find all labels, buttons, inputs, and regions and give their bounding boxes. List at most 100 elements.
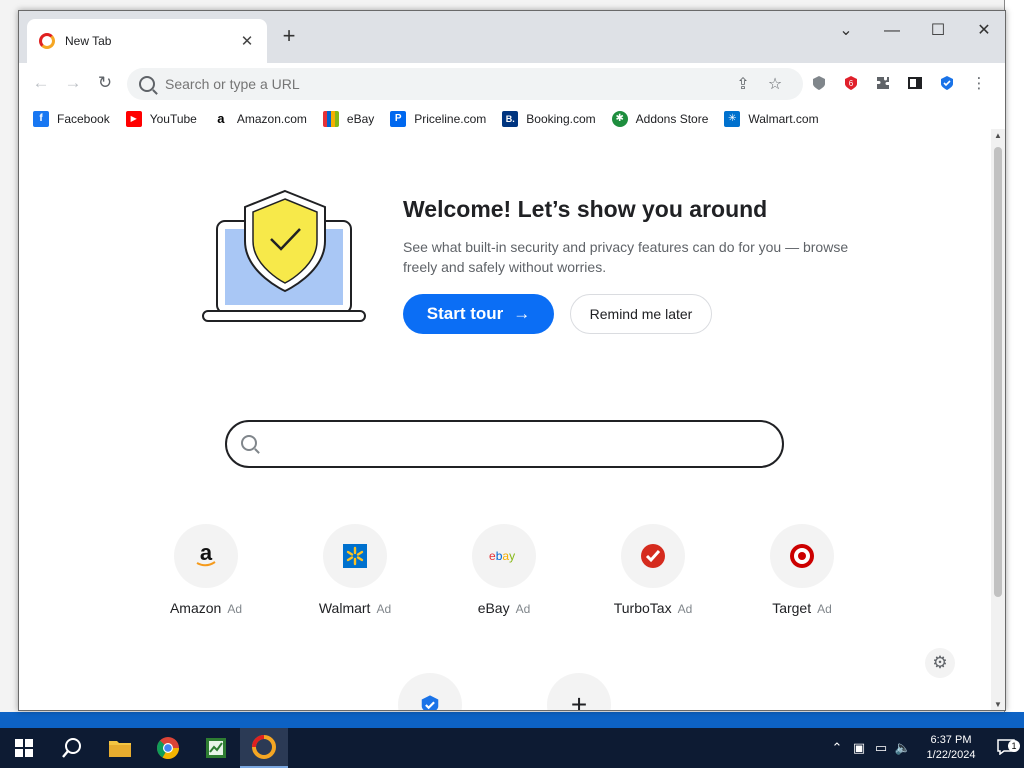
tile-label: TurboTax [613,600,672,616]
tab-search-chevron-icon[interactable]: ⌄ [823,17,869,45]
svg-text:ebay: ebay [489,549,515,563]
tile-target[interactable]: Target Ad [732,524,872,616]
page-search-input[interactable] [225,420,784,468]
ebay-bag-icon [322,110,339,127]
tile-turbotax[interactable]: TurboTax Ad [583,524,723,616]
address-bar[interactable]: ⇪ ☆ [127,68,803,100]
tile-amazon[interactable]: a Amazon Ad [136,524,276,616]
tab-new-tab[interactable]: New Tab ✕ [27,19,267,63]
tab-title: New Tab [65,34,112,48]
add-shortcut-tile[interactable]: + [509,673,649,710]
bookmark-label: eBay [346,111,375,126]
extension-shield-blue-icon[interactable] [931,67,963,99]
start-button[interactable] [0,728,48,768]
browser-window: New Tab ✕ + ⌄ — ☐ ✕ ← → ↻ ⇪ ☆ 6 [18,10,1006,711]
background-window-edge [1004,0,1024,712]
ebay-icon: ebay [472,524,536,588]
tile-label: Amazon [169,600,222,616]
tile-walmart[interactable]: Walmart Ad [285,524,425,616]
system-tray: ⌃ ▣ ▭ 🔈 6:37 PM 1/22/2024 1 [826,728,1024,768]
page-scrollbar[interactable]: ▲ ▼ [991,129,1005,710]
forward-button[interactable]: → [57,67,89,99]
customize-gear-icon[interactable]: ⚙ [925,648,955,678]
file-explorer-icon[interactable] [96,728,144,768]
bookmark-ebay[interactable]: eBay [322,110,375,127]
extensions-puzzle-icon[interactable] [867,67,899,99]
svg-text:a: a [200,542,213,565]
tile-label: eBay [477,600,510,616]
extension-shield-grey-icon[interactable] [803,67,835,99]
windows-taskbar: ⌃ ▣ ▭ 🔈 6:37 PM 1/22/2024 1 [0,728,1024,768]
omnibox-input[interactable] [165,76,727,92]
security-shield-laptop-illustration [202,189,366,322]
remind-me-later-label: Remind me later [589,306,693,322]
clock-time: 6:37 PM [930,734,972,746]
priceline-icon: P [390,110,407,127]
addons-store-icon: ✱ [611,110,628,127]
bookmark-star-icon[interactable]: ☆ [759,74,791,94]
new-tab-page: Welcome! Let’s show you around See what … [19,129,993,710]
show-hidden-icons-chevron-icon[interactable]: ⌃ [826,740,848,756]
chrome-icon[interactable] [144,728,192,768]
bookmark-label: YouTube [149,111,197,126]
search-taskbar-icon[interactable] [48,728,96,768]
clock[interactable]: 6:37 PM 1/22/2024 [920,733,982,763]
bookmark-label: Addons Store [635,111,709,126]
amazon-icon: a [212,110,229,127]
notification-center-icon[interactable]: 1 [988,738,1024,758]
bookmark-facebook[interactable]: f Facebook [33,110,110,127]
browser-logo-icon [39,33,55,49]
toolbar: ← → ↻ ⇪ ☆ 6 ⋮ [19,63,1005,103]
menu-kebab-icon[interactable]: ⋮ [963,67,995,99]
tile-label: Target [772,600,812,616]
tray-app-icon[interactable]: ▣ [848,740,870,756]
blue-shield-icon [398,673,462,710]
start-tour-button[interactable]: Start tour → [403,294,554,334]
volume-muted-icon[interactable]: 🔈 [892,740,914,756]
bookmark-booking[interactable]: B. Booking.com [502,110,596,127]
search-icon [241,435,257,451]
share-icon[interactable]: ⇪ [727,74,759,94]
reload-button[interactable]: ↻ [89,67,121,99]
tile-ebay[interactable]: ebay eBay Ad [434,524,574,616]
bookmark-label: Walmart.com [748,111,819,126]
tile-security-shield[interactable] [360,673,500,710]
minimize-button[interactable]: — [869,17,915,45]
extensions-area: 6 ⋮ [803,67,995,99]
search-icon [139,76,155,92]
bookmark-amazon[interactable]: a Amazon.com [212,110,307,127]
new-tab-button[interactable]: + [277,25,301,49]
bookmark-priceline[interactable]: P Priceline.com [390,110,487,127]
back-button[interactable]: ← [25,67,57,99]
turbotax-icon [621,524,685,588]
ad-badge: Ad [817,602,832,616]
ad-badge: Ad [227,602,243,616]
bookmark-label: Booking.com [526,111,596,126]
facebook-icon: f [33,110,49,127]
browser-taskbar-icon[interactable] [240,728,288,768]
scroll-down-arrow-icon[interactable]: ▼ [991,698,1005,710]
chart-app-icon[interactable] [192,728,240,768]
scrollbar-thumb[interactable] [994,147,1002,597]
title-bar: New Tab ✕ + ⌄ — ☐ ✕ [19,11,1005,63]
bookmark-addons-store[interactable]: ✱ Addons Store [611,110,709,127]
booking-icon: B. [502,110,519,127]
remind-me-later-button[interactable]: Remind me later [570,294,712,334]
maximize-button[interactable]: ☐ [915,17,961,45]
amazon-icon: a [174,524,238,588]
bookmark-label: Facebook [57,111,110,126]
add-shortcut-plus-icon: + [547,673,611,710]
side-panel-icon[interactable] [899,67,931,99]
scroll-up-arrow-icon[interactable]: ▲ [991,129,1005,143]
close-tab-icon[interactable]: ✕ [239,32,255,50]
ad-badge: Ad [677,602,693,616]
extension-adblock-icon[interactable]: 6 [835,67,867,99]
bookmark-walmart[interactable]: ✳ Walmart.com [724,110,819,127]
target-icon [770,524,834,588]
clock-date: 1/22/2024 [926,749,976,761]
close-window-button[interactable]: ✕ [961,17,1005,45]
tile-label: Walmart [318,600,371,616]
bookmark-youtube[interactable]: ▶ YouTube [125,110,197,127]
network-icon[interactable]: ▭ [870,740,892,756]
bookmark-label: Priceline.com [414,111,487,126]
